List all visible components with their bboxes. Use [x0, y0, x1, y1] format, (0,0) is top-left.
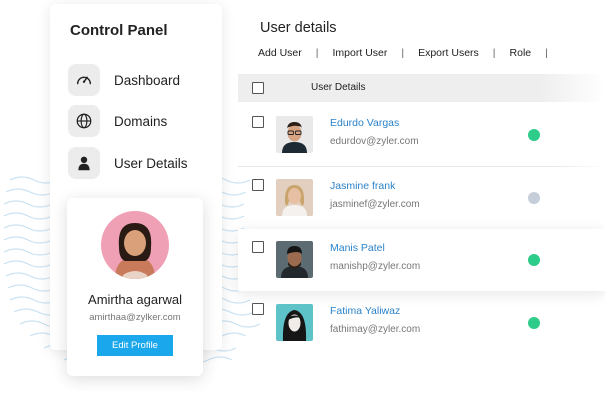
avatar	[276, 241, 313, 278]
user-email: manishp@zyler.com	[330, 261, 421, 272]
user-name-link[interactable]: Manis Patel	[330, 242, 385, 254]
sidebar-item-label: Dashboard	[114, 72, 181, 88]
row-checkbox[interactable]	[252, 303, 264, 315]
globe-icon	[68, 105, 100, 137]
profile-card: Amirtha agarwal amirthaa@zylker.com Edit…	[67, 198, 203, 376]
edit-profile-button[interactable]: Edit Profile	[97, 335, 173, 356]
user-email: edurdov@zyler.com	[330, 136, 419, 147]
table-header: User Details	[238, 74, 605, 102]
avatar	[101, 211, 169, 279]
user-name-link[interactable]: Fatima Yaliwaz	[330, 305, 400, 317]
status-indicator	[528, 254, 540, 266]
avatar	[276, 304, 313, 341]
status-indicator	[528, 317, 540, 329]
user-email: jasminef@zyler.com	[330, 199, 420, 210]
row-checkbox[interactable]	[252, 179, 264, 191]
select-all-checkbox[interactable]	[252, 82, 264, 94]
profile-name: Amirtha agarwal	[88, 292, 182, 307]
sidebar-item-label: User Details	[114, 155, 188, 171]
status-indicator	[528, 129, 540, 141]
user-icon	[68, 147, 100, 179]
speedometer-icon	[68, 64, 100, 96]
toolbar-divider: |	[401, 47, 405, 59]
sidebar-item-user-details[interactable]: User Details	[68, 147, 188, 179]
sidebar-item-domains[interactable]: Domains	[68, 105, 167, 137]
row-checkbox[interactable]	[252, 116, 264, 128]
export-users-button[interactable]: Export Users	[418, 47, 479, 59]
user-email: fathimay@zyler.com	[330, 324, 421, 335]
import-user-button[interactable]: Import User	[333, 47, 388, 59]
table-row[interactable]: Fatima Yaliwaz fathimay@zyler.com	[238, 292, 605, 354]
status-indicator	[528, 192, 540, 204]
avatar	[276, 116, 313, 153]
page-title: User details	[260, 20, 337, 36]
toolbar: Add User | Import User | Export Users | …	[258, 47, 548, 59]
sidebar-item-label: Domains	[114, 113, 168, 129]
sidebar-title: Control Panel	[70, 22, 168, 39]
table-row[interactable]: Manis Patel manishp@zyler.com	[238, 229, 605, 291]
toolbar-divider: |	[492, 47, 496, 59]
column-header-user-details: User Details	[311, 82, 366, 93]
avatar	[276, 179, 313, 216]
table-row[interactable]: Edurdo Vargas edurdov@zyler.com	[238, 104, 605, 166]
table-row[interactable]: Jasmine frank jasminef@zyler.com	[238, 167, 605, 229]
user-name-link[interactable]: Jasmine frank	[330, 180, 395, 192]
role-button[interactable]: Role	[510, 47, 532, 59]
row-checkbox[interactable]	[252, 241, 264, 253]
toolbar-divider: |	[545, 47, 548, 59]
profile-email: amirthaa@zylker.com	[89, 312, 181, 323]
toolbar-divider: |	[315, 47, 319, 59]
user-name-link[interactable]: Edurdo Vargas	[330, 117, 399, 129]
sidebar-item-dashboard[interactable]: Dashboard	[68, 64, 180, 96]
add-user-button[interactable]: Add User	[258, 47, 302, 59]
